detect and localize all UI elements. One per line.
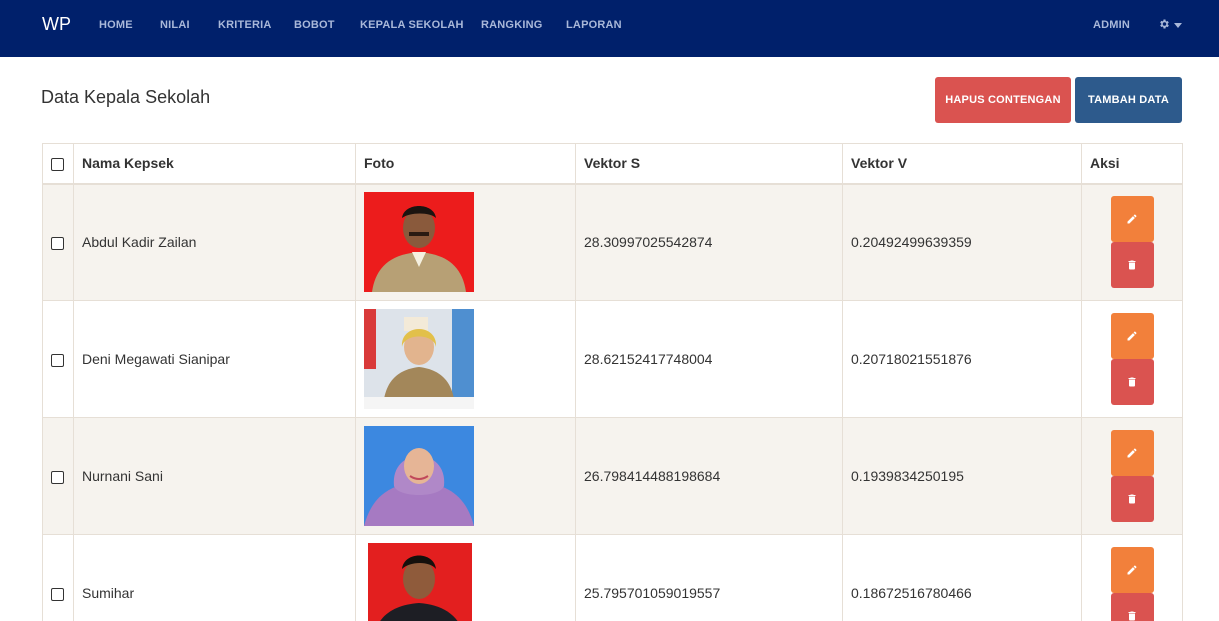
column-header-vektor-s: Vektor S	[575, 143, 843, 185]
photo-cell	[355, 300, 576, 418]
nav-bobot[interactable]: BOBOT	[294, 19, 335, 31]
pencil-icon	[1127, 565, 1137, 575]
select-all-checkbox[interactable]	[51, 158, 64, 172]
aksi-cell	[1081, 183, 1183, 301]
delete-button[interactable]	[1110, 593, 1154, 621]
table-row: Sumihar 25.795701059019557 0.18672516780…	[42, 534, 1183, 621]
page-title: Data Kepala Sekolah	[41, 87, 211, 107]
caret-down-icon	[1174, 23, 1182, 28]
delete-button[interactable]	[1110, 359, 1154, 405]
table-header-row: Nama Kepsek Foto Vektor S Vektor V Aksi	[42, 143, 1183, 185]
photo-cell	[355, 183, 576, 301]
vektor-s-value: 28.30997025542874	[575, 183, 843, 301]
row-checkbox[interactable]	[51, 587, 64, 601]
vektor-s-value: 28.62152417748004	[575, 300, 843, 418]
edit-button[interactable]	[1110, 430, 1154, 476]
table-row: Deni Megawati Sianipar 28.62152417748004…	[42, 300, 1183, 418]
row-checkbox[interactable]	[51, 353, 64, 367]
aksi-cell	[1081, 300, 1183, 418]
column-header-vektor-v: Vektor V	[842, 143, 1082, 185]
row-checkbox[interactable]	[51, 237, 64, 251]
trash-icon	[1128, 494, 1136, 504]
nav-rangking[interactable]: RANGKING	[481, 19, 543, 31]
column-header-aksi: Aksi	[1081, 143, 1183, 185]
delete-button[interactable]	[1110, 242, 1154, 289]
row-select-cell	[42, 183, 74, 301]
trash-icon	[1128, 377, 1136, 387]
photo-cell	[355, 534, 576, 621]
table-row: Nurnani Sani 26.798414488198684 0.193983…	[42, 417, 1183, 535]
nav-nilai[interactable]: NILAI	[160, 19, 190, 31]
row-checkbox[interactable]	[51, 470, 64, 484]
trash-icon	[1128, 611, 1136, 621]
vektor-v-value: 0.20492499639359	[842, 183, 1082, 301]
pencil-icon	[1127, 331, 1137, 341]
kepsek-name: Sumihar	[73, 534, 356, 621]
vektor-v-value: 0.20718021551876	[842, 300, 1082, 418]
kepsek-photo	[364, 192, 474, 293]
nav-kepala-sekolah[interactable]: KEPALA SEKOLAH	[360, 19, 464, 31]
vektor-s-value: 26.798414488198684	[575, 417, 843, 535]
aksi-cell	[1081, 534, 1183, 621]
row-select-cell	[42, 417, 74, 535]
kepsek-name: Deni Megawati Sianipar	[73, 300, 356, 418]
pencil-icon	[1127, 448, 1137, 458]
brand-logo[interactable]: WP	[42, 14, 71, 35]
top-navbar: WP HOME NILAI KRITERIA BOBOT KEPALA SEKO…	[0, 0, 1219, 57]
settings-dropdown[interactable]	[1157, 16, 1185, 34]
vektor-s-value: 25.795701059019557	[575, 534, 843, 621]
kepsek-name: Abdul Kadir Zailan	[73, 183, 356, 301]
trash-icon	[1128, 260, 1136, 270]
kepsek-photo	[364, 543, 474, 621]
photo-cell	[355, 417, 576, 535]
row-select-cell	[42, 300, 74, 418]
column-header-name: Nama Kepsek	[73, 143, 356, 185]
vektor-v-value: 0.1939834250195	[842, 417, 1082, 535]
delete-selected-button[interactable]: HAPUS CONTENGAN	[935, 77, 1071, 123]
delete-button[interactable]	[1110, 476, 1154, 522]
column-header-foto: Foto	[355, 143, 576, 185]
edit-button[interactable]	[1110, 313, 1154, 359]
kepala-sekolah-table: Nama Kepsek Foto Vektor S Vektor V Aksi …	[42, 143, 1183, 621]
edit-button[interactable]	[1110, 196, 1154, 243]
pencil-icon	[1127, 214, 1137, 224]
kepsek-photo	[364, 426, 474, 526]
nav-kriteria[interactable]: KRITERIA	[218, 19, 272, 31]
select-all-cell	[42, 143, 74, 185]
edit-button[interactable]	[1110, 547, 1154, 593]
table-row: Abdul Kadir Zailan 28.30997025542874 0.2…	[42, 183, 1183, 301]
kepsek-photo	[364, 309, 474, 409]
nav-user-admin[interactable]: ADMIN	[1093, 19, 1130, 31]
vektor-v-value: 0.18672516780466	[842, 534, 1082, 621]
row-select-cell	[42, 534, 74, 621]
add-data-button[interactable]: TAMBAH DATA	[1075, 77, 1182, 123]
nav-laporan[interactable]: LAPORAN	[566, 19, 622, 31]
aksi-cell	[1081, 417, 1183, 535]
nav-home[interactable]: HOME	[99, 19, 133, 31]
kepsek-name: Nurnani Sani	[73, 417, 356, 535]
gear-icon	[1160, 19, 1169, 29]
